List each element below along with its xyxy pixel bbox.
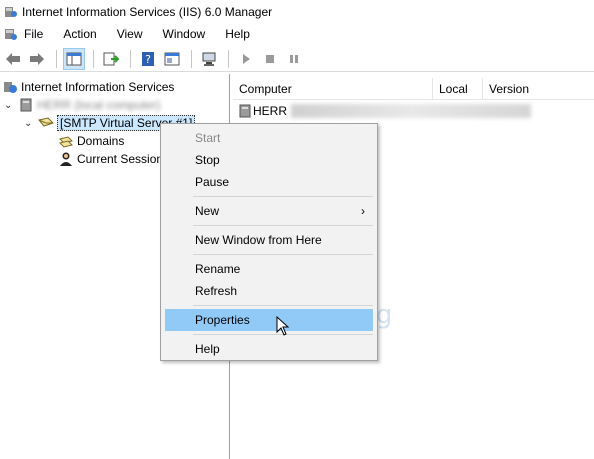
stop-button[interactable]: [259, 48, 281, 70]
toolbar-separator: [228, 49, 229, 68]
pause-icon: [290, 54, 298, 63]
tree-node-root[interactable]: Internet Information Services: [2, 78, 174, 96]
pause-button[interactable]: [283, 48, 305, 70]
menu-view[interactable]: View: [117, 27, 143, 41]
menu-item-refresh[interactable]: Refresh: [165, 280, 373, 302]
redacted-details: [291, 104, 532, 118]
menu-item-start[interactable]: Start: [165, 127, 373, 149]
iis-app-icon: [5, 7, 17, 17]
toolbar-separator: [56, 49, 57, 68]
tree-label-domains: Domains: [77, 134, 125, 148]
menu-separator: [193, 254, 373, 255]
help-button[interactable]: ?: [137, 48, 159, 70]
computer-icon: [202, 52, 216, 66]
properties-pane-icon: [164, 52, 180, 65]
menu-help[interactable]: Help: [225, 27, 250, 41]
list-item[interactable]: HERR: [237, 102, 532, 120]
title-bar: Internet Information Services (IIS) 6.0 …: [0, 0, 594, 24]
toolbar-separator: [191, 49, 192, 68]
menu-bar: File Action View Window Help: [0, 24, 594, 44]
submenu-arrow-icon: ›: [361, 204, 365, 218]
start-button[interactable]: [235, 48, 257, 70]
menu-file[interactable]: File: [24, 27, 43, 41]
menu-item-stop[interactable]: Stop: [165, 149, 373, 171]
column-header-local[interactable]: Local: [433, 78, 483, 100]
context-menu: Start Stop Pause New › New Window from H…: [160, 123, 378, 361]
smtp-envelope-icon: [38, 115, 54, 131]
column-header-version[interactable]: Version: [483, 78, 594, 100]
sessions-user-icon: [58, 151, 74, 167]
toolbar-separator: [130, 49, 131, 68]
start-icon: [243, 53, 250, 64]
menu-action[interactable]: Action: [63, 27, 96, 41]
tree-node-domains[interactable]: Domains: [58, 132, 124, 150]
menu-window[interactable]: Window: [163, 27, 206, 41]
collapse-chevron-icon[interactable]: ⌄: [24, 118, 34, 129]
mouse-cursor-icon: [276, 316, 290, 336]
forward-arrow-icon: [30, 52, 44, 65]
menu-separator: [193, 225, 373, 226]
toolbar: ?: [0, 46, 594, 72]
back-button[interactable]: [2, 48, 24, 70]
collapse-chevron-icon[interactable]: ⌄: [4, 100, 14, 111]
menu-separator: [193, 196, 373, 197]
menu-item-pause[interactable]: Pause: [165, 171, 373, 193]
export-list-button[interactable]: [100, 48, 122, 70]
iis-root-icon: [2, 79, 18, 95]
menu-item-help[interactable]: Help: [165, 338, 373, 360]
show-hide-tree-icon: [66, 52, 82, 65]
window-title: Internet Information Services (IIS) 6.0 …: [22, 5, 273, 19]
forward-button[interactable]: [26, 48, 48, 70]
tree-label-current-sessions: Current Sessions: [77, 152, 170, 166]
menu-item-new-window[interactable]: New Window from Here: [165, 229, 373, 251]
properties-pane-button[interactable]: [161, 48, 183, 70]
menu-item-new[interactable]: New ›: [165, 200, 373, 222]
list-header: Computer Local Version: [233, 78, 594, 100]
svg-text:?: ?: [145, 53, 151, 66]
tree-label-root: Internet Information Services: [21, 80, 175, 94]
computer-button[interactable]: [198, 48, 220, 70]
server-icon: [18, 97, 34, 113]
menu-item-rename[interactable]: Rename: [165, 258, 373, 280]
server-icon: [237, 103, 253, 119]
menu-item-new-label: New: [195, 204, 220, 218]
domains-icon: [58, 133, 74, 149]
help-icon: ?: [142, 51, 154, 66]
stop-icon: [266, 54, 274, 63]
list-item-computer: HERR: [253, 104, 288, 118]
show-hide-tree-button[interactable]: [63, 47, 85, 70]
back-arrow-icon: [6, 52, 20, 65]
column-header-computer[interactable]: Computer: [233, 78, 433, 100]
tree-node-current-sessions[interactable]: Current Sessions: [58, 150, 169, 168]
export-list-icon: [103, 52, 119, 65]
console-doc-icon: [5, 29, 17, 40]
tree-label-computer: HERR (local computer): [37, 98, 161, 112]
menu-separator: [193, 305, 373, 306]
tree-node-computer[interactable]: ⌄ HERR (local computer): [4, 96, 160, 114]
menu-item-properties[interactable]: Properties: [165, 309, 373, 331]
toolbar-separator: [93, 49, 94, 68]
